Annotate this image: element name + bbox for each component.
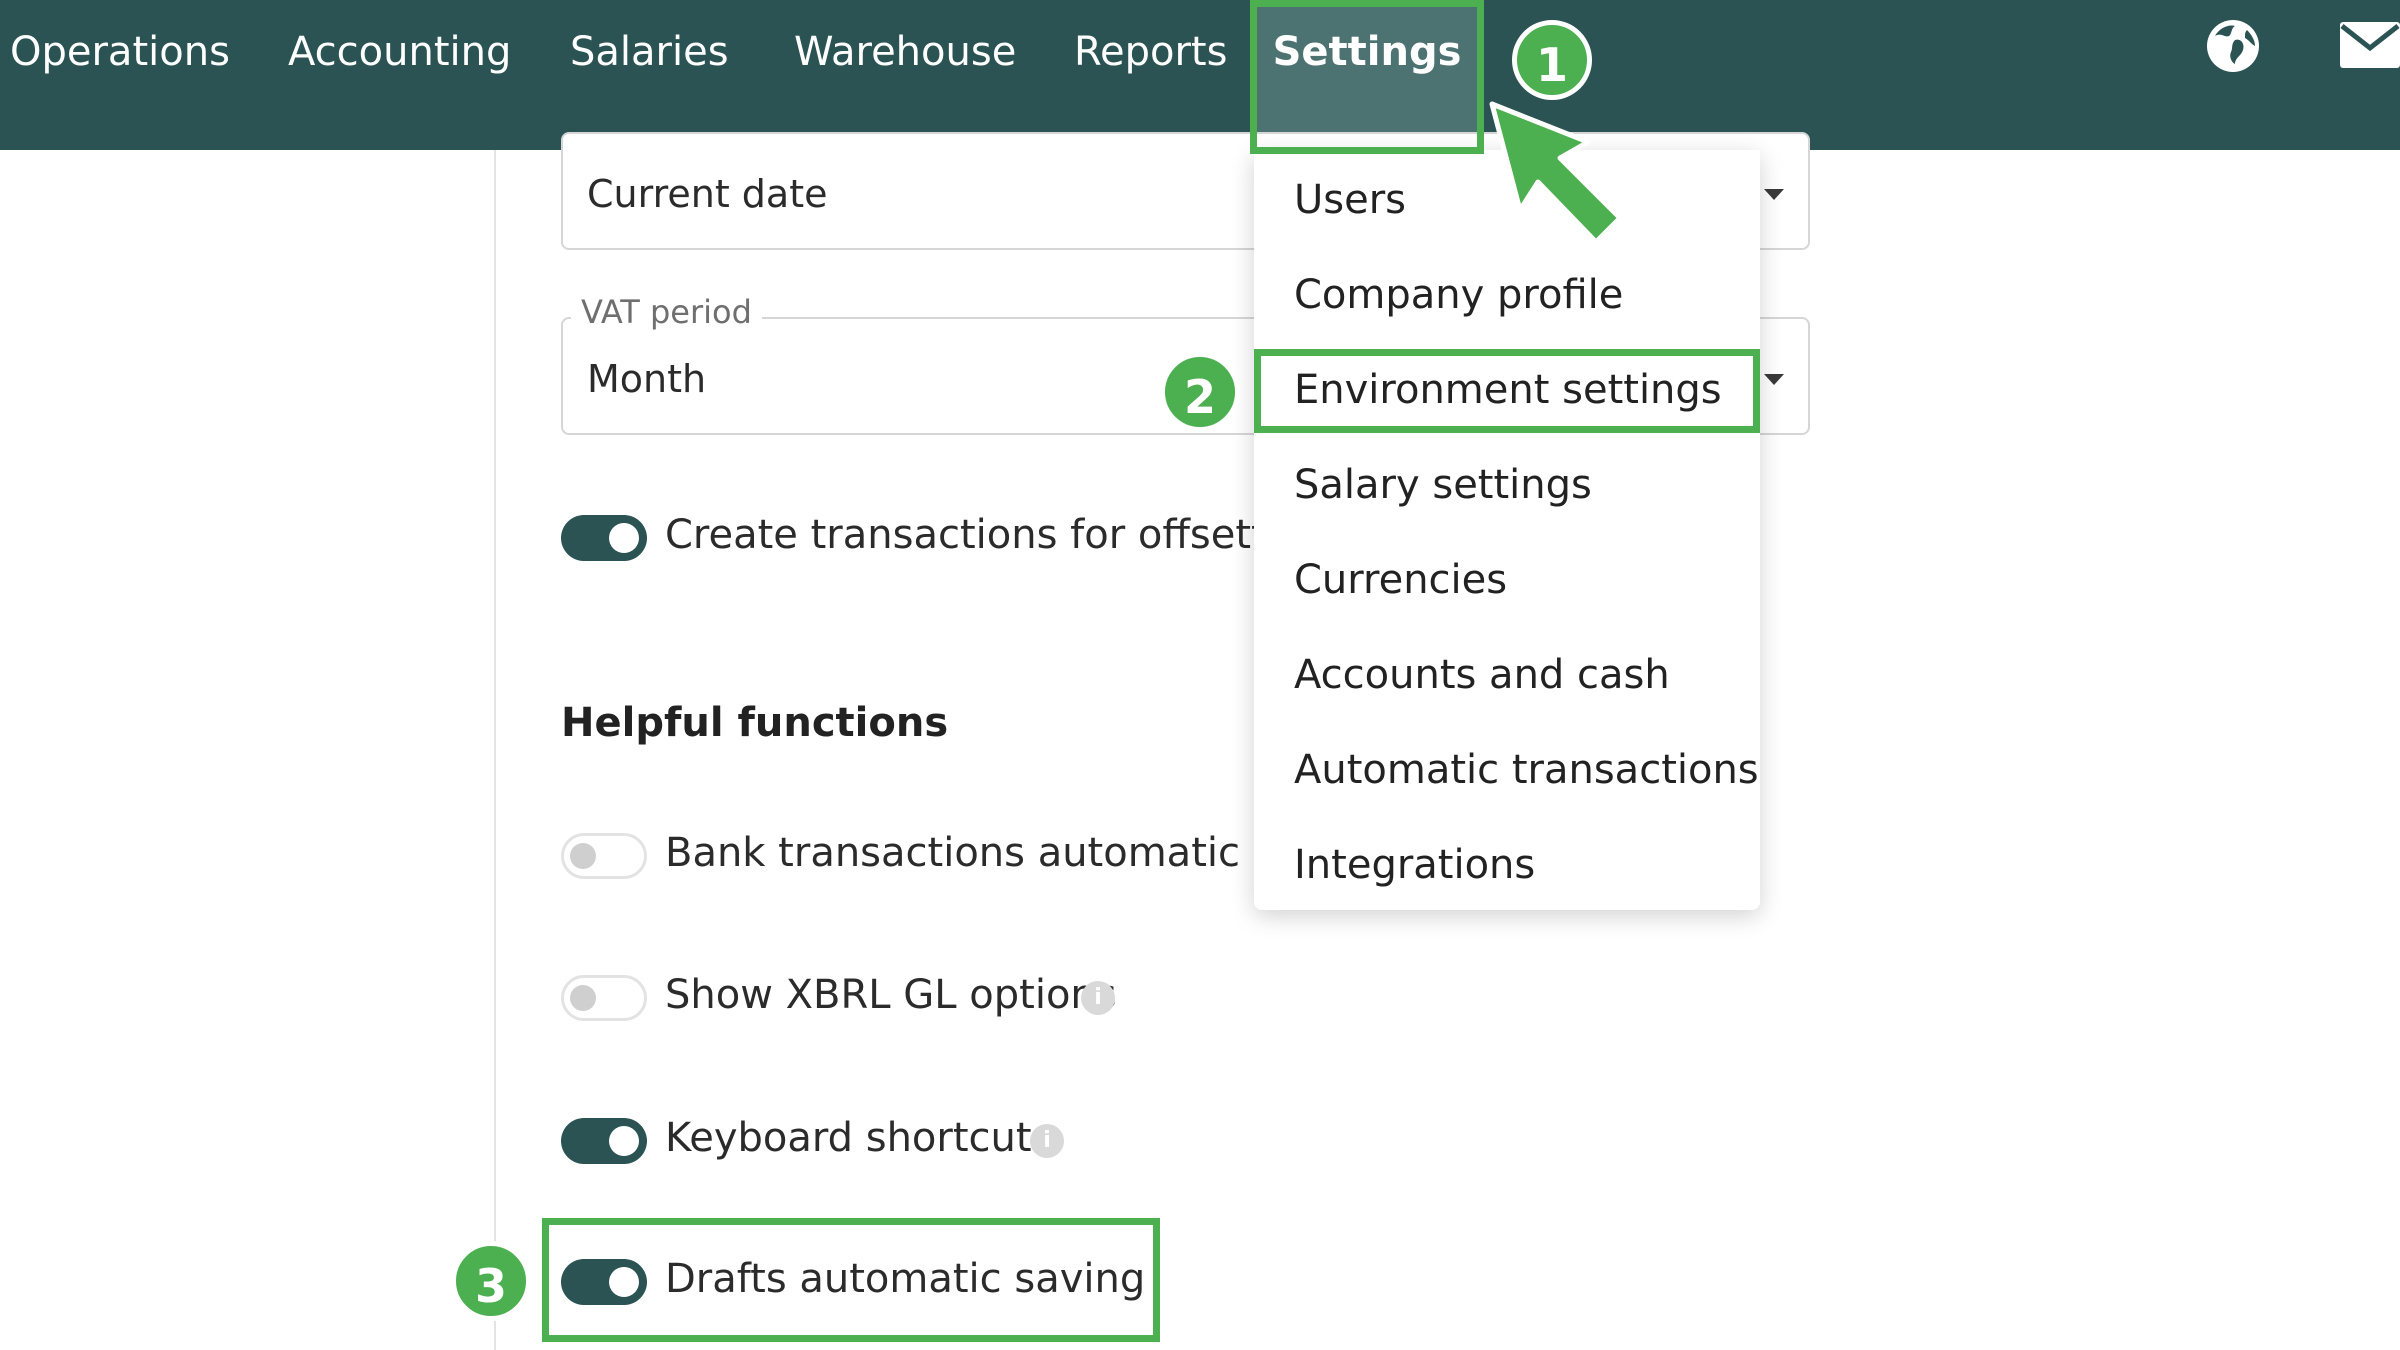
menu-item-currencies[interactable]: Currencies <box>1294 557 1507 603</box>
chevron-down-icon <box>1764 374 1784 385</box>
toggle-knob <box>609 1267 639 1297</box>
toggle-knob <box>609 1126 639 1156</box>
globe-icon[interactable] <box>2205 18 2261 74</box>
bank-transactions-toggle[interactable] <box>561 833 647 879</box>
date-select-value: Current date <box>587 172 828 216</box>
toggle-knob <box>609 523 639 553</box>
nav-warehouse[interactable]: Warehouse <box>794 0 1016 104</box>
nav-reports[interactable]: Reports <box>1074 0 1227 104</box>
nav-settings[interactable]: Settings <box>1254 0 1480 150</box>
xbrl-gl-label: Show XBRL GL options <box>665 972 1117 1018</box>
info-icon[interactable]: i <box>1081 981 1115 1015</box>
bank-transactions-label: Bank transactions automatic proc <box>665 830 1341 876</box>
menu-item-environment-settings[interactable]: Environment settings <box>1294 367 1722 413</box>
menu-item-accounts-and-cash[interactable]: Accounts and cash <box>1294 652 1670 698</box>
info-icon[interactable]: i <box>1030 1124 1064 1158</box>
toggle-knob <box>570 985 596 1011</box>
step-badge-1: 1 <box>1512 20 1592 100</box>
drafts-saving-label: Drafts automatic saving <box>665 1256 1146 1302</box>
xbrl-gl-toggle[interactable] <box>561 975 647 1021</box>
toggle-knob <box>570 843 596 869</box>
mail-icon[interactable] <box>2340 22 2400 68</box>
nav-operations[interactable]: Operations <box>10 0 230 104</box>
nav-accounting[interactable]: Accounting <box>288 0 511 104</box>
helpful-functions-heading: Helpful functions <box>561 700 949 746</box>
content-left-divider <box>494 150 496 1350</box>
settings-dropdown-menu: Users Company profile Environment settin… <box>1254 150 1760 910</box>
menu-item-automatic-transactions[interactable]: Automatic transactions <box>1294 747 1759 793</box>
offsetting-toggle[interactable] <box>561 515 647 561</box>
drafts-saving-toggle[interactable] <box>561 1259 647 1305</box>
menu-item-users[interactable]: Users <box>1294 177 1406 223</box>
cursor-arrow-icon <box>1489 101 1623 245</box>
menu-item-company-profile[interactable]: Company profile <box>1294 272 1623 318</box>
step-badge-3: 3 <box>451 1241 531 1321</box>
offsetting-toggle-label: Create transactions for offsetting <box>665 512 1329 558</box>
top-navigation-bar: Operations Accounting Salaries Warehouse… <box>0 0 2400 150</box>
chevron-down-icon <box>1764 189 1784 200</box>
vat-period-value: Month <box>587 357 707 401</box>
keyboard-shortcuts-label: Keyboard shortcuts <box>665 1115 1053 1161</box>
vat-period-label: VAT period <box>571 293 762 331</box>
step-badge-2: 2 <box>1160 352 1240 432</box>
nav-salaries[interactable]: Salaries <box>570 0 729 104</box>
keyboard-shortcuts-toggle[interactable] <box>561 1118 647 1164</box>
menu-item-salary-settings[interactable]: Salary settings <box>1294 462 1592 508</box>
menu-item-integrations[interactable]: Integrations <box>1294 842 1535 888</box>
